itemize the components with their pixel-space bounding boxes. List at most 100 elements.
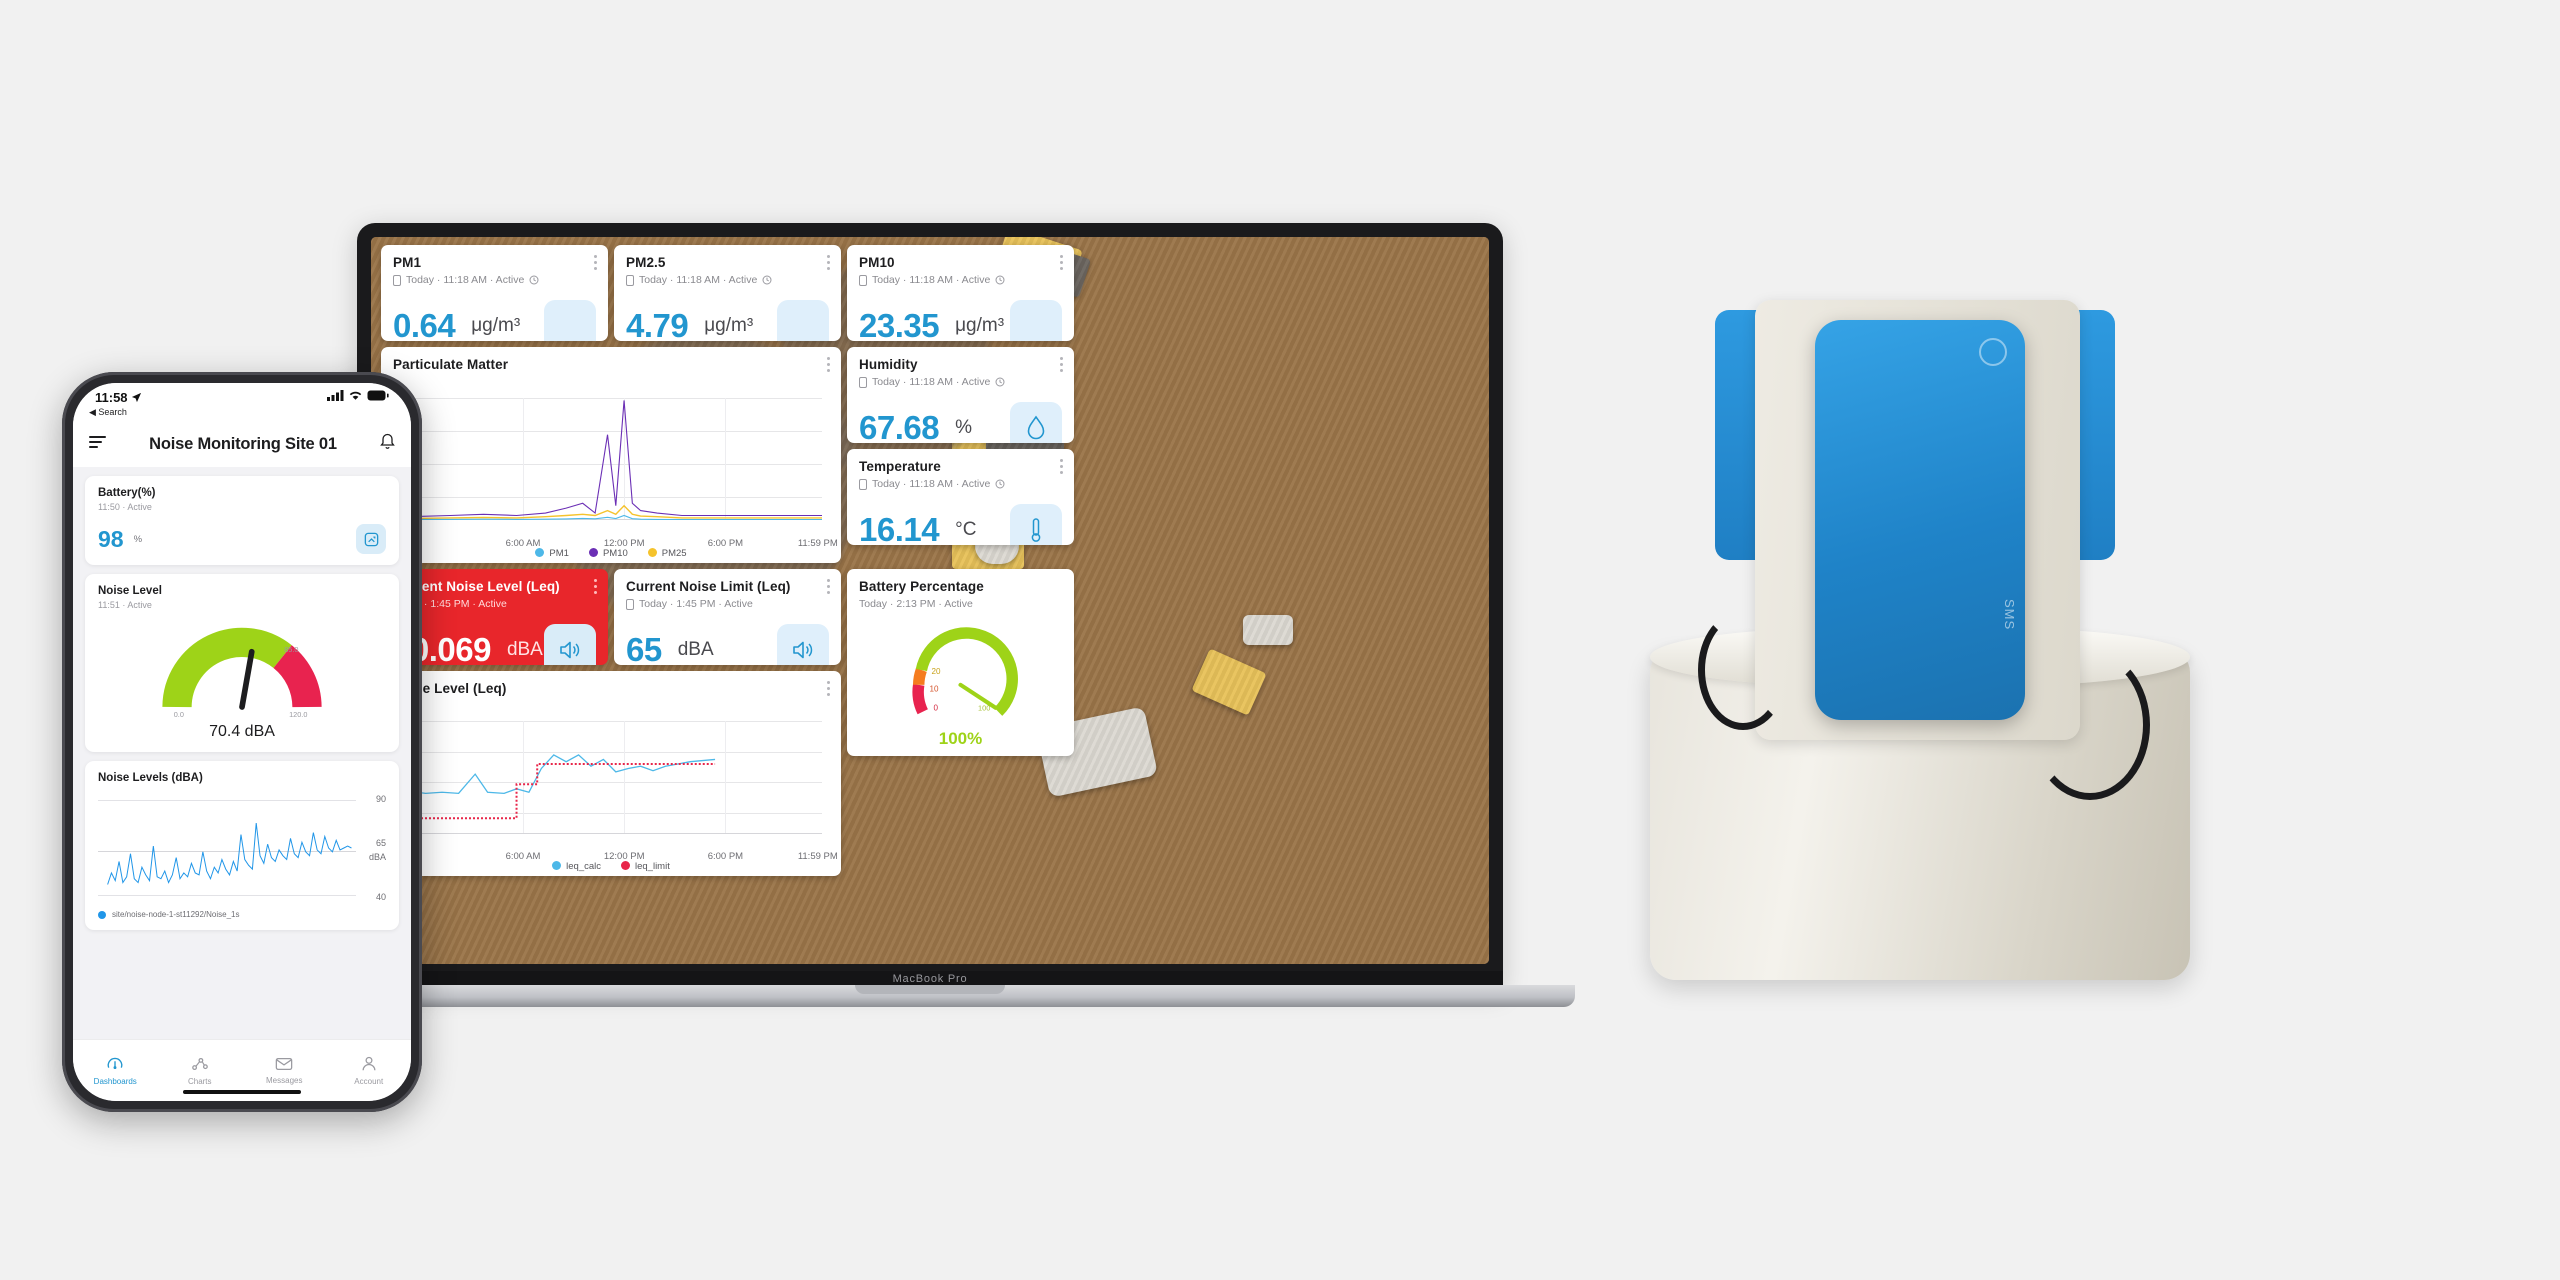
card-meta-text: Today · 11:18 AM · Active xyxy=(872,274,991,286)
card-meta: Today · 2:13 PM · Active xyxy=(859,598,1062,610)
status-time-group: 11:58 xyxy=(95,390,142,405)
card-meta: Today · 11:18 AM · Active xyxy=(859,274,1062,286)
chart-legend[interactable]: site/noise-node-1-st11292/Noise_1s xyxy=(98,910,386,919)
card-meta: Today · 11:18 AM · Active xyxy=(626,274,829,286)
card-meta-text: Today · 1:45 PM · Active xyxy=(639,598,753,610)
card-value: 67.68 xyxy=(859,409,940,443)
card-pm1[interactable]: PM1 Today · 11:18 AM · Active 0.64 μg/m³ xyxy=(381,245,608,341)
card-title: Temperature xyxy=(859,459,941,474)
card-noise-level-leq-chart[interactable]: Noise Level (Leq) 6:00 AM 12:00 PM 6:00 … xyxy=(381,671,841,876)
phone-screen: 11:58 ◀ Search Noise Monitoring Site 01 xyxy=(73,383,411,1101)
phone-card-battery[interactable]: Battery(%) 11:50 · Active 98 % xyxy=(85,476,399,565)
card-value: 98 xyxy=(98,525,124,552)
card-menu-icon[interactable] xyxy=(827,255,831,273)
hamburger-menu-icon[interactable] xyxy=(89,435,106,453)
legend-item-pm10[interactable]: PM10 xyxy=(588,548,628,559)
card-value: 4.79 xyxy=(626,307,689,341)
card-value: 23.35 xyxy=(859,307,940,341)
phone-body: 11:58 ◀ Search Noise Monitoring Site 01 xyxy=(62,372,422,1112)
battery-full-icon xyxy=(367,390,389,401)
speaker-icon xyxy=(777,624,829,665)
card-meta-text: Today · 2:13 PM · Active xyxy=(859,598,973,610)
tab-label: Account xyxy=(354,1077,384,1086)
device-brand-mark: SMS xyxy=(2002,598,2017,630)
laptop-model-label: MacBook Pro xyxy=(892,973,968,985)
card-meta: Today · 11:18 AM · Active xyxy=(859,376,1062,388)
card-menu-icon[interactable] xyxy=(594,579,598,597)
card-meta-text: Today · 11:18 AM · Active xyxy=(872,478,991,490)
legend-label: site/noise-node-1-st11292/Noise_1s xyxy=(112,910,240,919)
card-menu-icon[interactable] xyxy=(1060,255,1064,273)
card-menu-icon[interactable] xyxy=(827,357,831,375)
clock-icon xyxy=(762,275,772,285)
laptop-base xyxy=(285,985,1575,1007)
legend-label: leq_limit xyxy=(635,861,670,872)
card-menu-icon[interactable] xyxy=(827,681,831,699)
card-battery-percentage-gauge[interactable]: Battery Percentage Today · 2:13 PM · Act… xyxy=(847,569,1074,756)
leq-series-lines xyxy=(409,721,823,834)
location-arrow-icon xyxy=(131,392,141,403)
tab-label: Charts xyxy=(187,1077,212,1086)
y-tick-top: 90 xyxy=(375,794,386,804)
legend-item-leq-calc[interactable]: leq_calc xyxy=(552,861,601,872)
card-unit: μg/m³ xyxy=(955,315,1005,336)
chart-plot-area: 6:00 AM 12:00 PM 6:00 PM 11:59 PM xyxy=(391,389,838,549)
speaker-icon xyxy=(544,624,596,665)
card-meta: Today · 1:45 PM · Active xyxy=(626,598,829,610)
legend-item-pm1[interactable]: PM1 xyxy=(535,548,569,559)
card-meta: Today · 11:18 AM · Active xyxy=(393,274,596,286)
card-value-row: 98 % xyxy=(98,524,386,554)
gauge-tick-100: 100 xyxy=(978,703,990,712)
gauge-value-label: 100% xyxy=(938,729,983,748)
wifi-icon xyxy=(349,391,362,400)
card-humidity[interactable]: Humidity Today · 11:18 AM · Active 67.68… xyxy=(847,347,1074,443)
chart-title: Noise Level (Leq) xyxy=(393,681,507,696)
card-title: Battery(%) xyxy=(98,487,156,499)
card-temperature[interactable]: Temperature Today · 11:18 AM · Active 16… xyxy=(847,449,1074,545)
y-tick-mid: 65 xyxy=(375,838,386,848)
blank-chip-icon xyxy=(544,300,596,341)
card-pm10[interactable]: PM10 Today · 11:18 AM · Active 23.35 μg/… xyxy=(847,245,1074,341)
legend-label: PM10 xyxy=(602,548,628,559)
card-title: Battery Percentage xyxy=(859,579,984,594)
card-meta-text: Today · 11:18 AM · Active xyxy=(639,274,758,286)
card-meta: 11:50 · Active xyxy=(98,502,152,512)
tab-dashboards[interactable]: Dashboards xyxy=(73,1040,158,1101)
device-icon xyxy=(859,478,867,490)
tab-account[interactable]: Account xyxy=(327,1040,412,1101)
phone-card-noise-levels-chart[interactable]: Noise Levels (dBA) 90 65 dBA 40 site/noi… xyxy=(85,761,399,930)
card-particulate-matter-chart[interactable]: Particulate Matter 6:00 AM 12:00 PM 6:00… xyxy=(381,347,841,563)
device-icon xyxy=(859,376,867,388)
chart-title: Particulate Matter xyxy=(393,357,509,372)
card-value: 65 xyxy=(626,631,662,665)
card-meta-text: Today · 11:18 AM · Active xyxy=(406,274,525,286)
gauge-threshold-label: 85.0 xyxy=(284,645,298,654)
tab-label: Dashboards xyxy=(93,1077,137,1086)
card-menu-icon[interactable] xyxy=(1060,459,1064,477)
legend-label: PM25 xyxy=(661,548,687,559)
card-current-noise-limit[interactable]: Current Noise Limit (Leq) Today · 1:45 P… xyxy=(614,569,841,665)
card-menu-icon[interactable] xyxy=(827,579,831,597)
phone-card-noise-level-gauge[interactable]: Noise Level 11:51 · Active 0.0 85.0 120.… xyxy=(85,574,399,752)
device-cable-left xyxy=(1698,610,1788,730)
chart-title: Noise Levels (dBA) xyxy=(98,772,203,784)
legend-item-leq-limit[interactable]: leq_limit xyxy=(621,861,670,872)
noise-sensor-device: SMS xyxy=(1640,280,2200,980)
notification-bell-icon[interactable] xyxy=(380,433,395,455)
laptop-lid: PM1 Today · 11:18 AM · Active 0.64 μg/m³ xyxy=(357,223,1503,988)
device-icon xyxy=(626,274,634,286)
back-label: Search xyxy=(98,407,127,417)
card-pm25[interactable]: PM2.5 Today · 11:18 AM · Active 4.79 μg/… xyxy=(614,245,841,341)
gauge-tick-10: 10 xyxy=(929,685,938,694)
card-menu-icon[interactable] xyxy=(1060,357,1064,375)
battery-gauge: 20 10 0 100 xyxy=(912,627,1018,716)
card-menu-icon[interactable] xyxy=(594,255,598,273)
chart-legend: leq_calc leq_limit xyxy=(381,861,841,872)
legend-item-pm25[interactable]: PM25 xyxy=(647,548,687,559)
back-to-search-link[interactable]: ◀ Search xyxy=(89,407,127,418)
gauge-max-label: 120.0 xyxy=(289,710,307,719)
clock-icon xyxy=(529,275,539,285)
scene-root: PM1 Today · 11:18 AM · Active 0.64 μg/m³ xyxy=(0,0,2560,1280)
card-title: Noise Level xyxy=(98,585,162,597)
card-unit: °C xyxy=(955,519,977,540)
